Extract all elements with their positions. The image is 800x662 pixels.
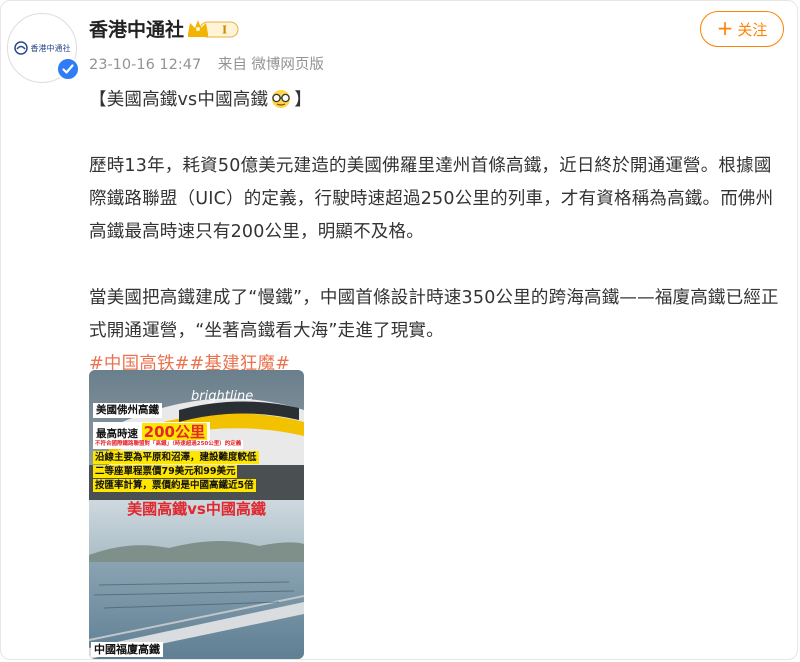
verified-badge-icon (56, 57, 80, 81)
image-speed-line: 最高時速 200公里 (93, 422, 210, 442)
avatar-text: 香港中通社 (30, 43, 71, 53)
plus-icon: + (716, 16, 734, 40)
badge-label: I (222, 24, 227, 37)
logo-icon (13, 41, 28, 55)
post-image[interactable]: brightline 美國佛州高鐵 最高時速 200公里 不符合國際鐵路聯盟對「… (89, 370, 304, 659)
timestamp-link[interactable]: 23-10-16 12:47 (89, 57, 201, 73)
image-tag-cn: 中國福廈高鐵 (91, 642, 163, 658)
post-title: 【美國高鐵vs中國高鐵 】 (89, 84, 784, 117)
glasses-emoji-icon (272, 90, 291, 108)
image-line-3: 按匯率計算，票價約是中國高鐵近5倍 (93, 479, 256, 493)
image-speed-value: 200公里 (141, 423, 207, 441)
train-brand: brightline (191, 389, 253, 404)
post-paragraph-1: 歷時13年，耗資50億美元建造的美國佛羅里達州首條高鐵，近日終於開通運營。根據國… (89, 156, 774, 242)
post-title-text: 【美國高鐵vs中國高鐵 (89, 90, 269, 110)
post-paragraph-2: 當美國把高鐵建成了“慢鐵”，中國首條設計時速350公里的跨海高鐵——福廈高鐵已經… (89, 288, 779, 341)
image-headline: 美國高鐵vs中國高鐵 (127, 500, 266, 518)
image-speed-prefix: 最高時速 (96, 428, 138, 440)
follow-button[interactable]: + 关注 (700, 11, 784, 47)
image-line-1: 沿線主要為平原和沼澤，建設難度較低 (93, 451, 259, 465)
post-source: 来自 微博网页版 (217, 57, 324, 73)
member-badge-icon[interactable]: I (186, 17, 240, 39)
image-line-2: 二等座單程票價79美元和99美元 (93, 465, 238, 479)
username[interactable]: 香港中通社 (89, 15, 184, 42)
post-meta: 23-10-16 12:47 来自 微博网页版 (89, 53, 324, 74)
post-content: 【美國高鐵vs中國高鐵 】 歷時13年，耗資50億美元建造的美國佛羅里達州首條高… (89, 84, 784, 381)
avatar-logo: 香港中通社 (13, 41, 71, 55)
follow-button-label: 关注 (737, 20, 768, 39)
image-note-uic: 不符合國際鐵路聯盟對「高鐵」（時速超過250公里）的定義 (93, 440, 244, 449)
weibo-post-card: 香港中通社 香港中通社 I 23-10-16 12:47 来自 微博网页版 + … (0, 0, 798, 660)
post-title-close: 】 (294, 90, 312, 110)
image-tag-us: 美國佛州高鐵 (93, 403, 162, 418)
